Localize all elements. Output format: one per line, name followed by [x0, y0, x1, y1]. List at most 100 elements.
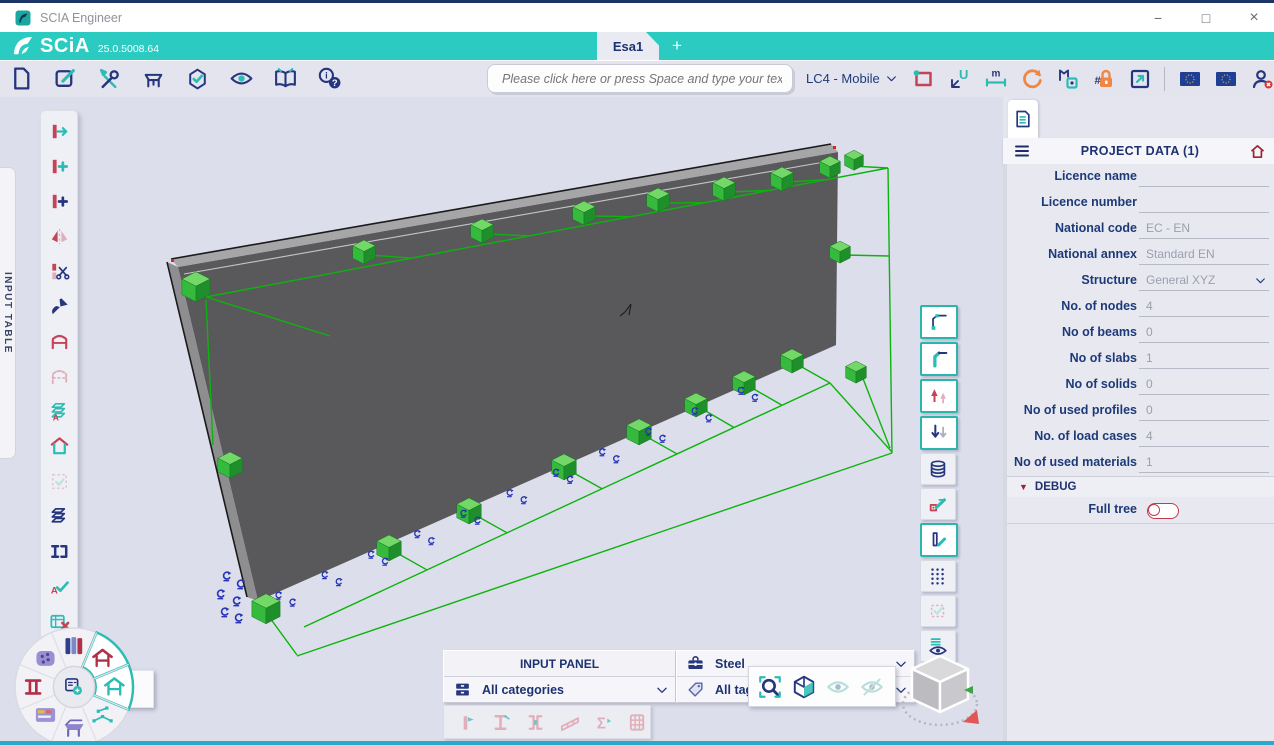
check-input-button[interactable]: A [46, 573, 73, 600]
column-button[interactable] [454, 709, 480, 736]
grid-points-button[interactable] [920, 560, 956, 592]
load-symbol [507, 489, 513, 497]
structural-model-3d[interactable] [0, 96, 1003, 745]
field-value[interactable]: EC - EN [1139, 218, 1269, 239]
section-insert-button[interactable] [46, 538, 73, 565]
structure-model-button[interactable] [140, 65, 167, 92]
field-value[interactable]: 0 [1139, 400, 1269, 421]
field-value[interactable]: 1 [1139, 452, 1269, 473]
new-tab-button[interactable]: + [672, 32, 682, 60]
workstation-wheel[interactable] [8, 626, 142, 745]
field-value[interactable]: 0 [1139, 322, 1269, 343]
cross-section-button[interactable] [522, 709, 548, 736]
close-button[interactable]: × [1244, 9, 1264, 27]
edit-project-button[interactable] [52, 65, 79, 92]
ucs-axes-button[interactable]: U [946, 65, 973, 92]
view-3d-button[interactable] [789, 673, 819, 700]
show-supports-button[interactable] [920, 379, 958, 413]
field-value[interactable]: 0 [1139, 374, 1269, 395]
lock-numbering-button[interactable]: # [1090, 65, 1117, 92]
field-value[interactable]: General XYZ [1139, 270, 1269, 291]
selection-disabled-button[interactable] [46, 468, 73, 495]
full-tree-toggle[interactable] [1147, 503, 1179, 519]
minimize-button[interactable]: − [1148, 10, 1168, 26]
render-wireframe-button[interactable] [920, 305, 958, 339]
fullscreen-button[interactable] [1126, 65, 1153, 92]
show-loads-button[interactable] [920, 416, 958, 450]
document-tab[interactable]: Esa1 [597, 32, 659, 60]
render-solid-button[interactable] [920, 342, 958, 376]
snap-settings-button[interactable] [1054, 65, 1081, 92]
frame-teal-icon [48, 435, 71, 458]
show-elements-button[interactable] [857, 673, 887, 700]
cladding-button[interactable] [556, 709, 582, 736]
paintbrush-button[interactable] [46, 293, 73, 320]
tools-button[interactable] [96, 65, 123, 92]
help-icon: i? [317, 66, 342, 91]
user-offline-button[interactable] [1248, 65, 1274, 92]
layers-annotation-button[interactable]: A [46, 398, 73, 425]
debug-section-header[interactable]: ▼ DEBUG [1007, 476, 1274, 497]
hide-elements-button[interactable] [823, 673, 853, 700]
svg-text:A: A [50, 586, 57, 597]
project-document-icon [1013, 109, 1033, 129]
check-structure-button[interactable] [184, 65, 211, 92]
home-icon[interactable] [1249, 143, 1266, 160]
refresh-button[interactable] [1018, 65, 1045, 92]
search-input[interactable] [500, 71, 784, 87]
model-viewport[interactable] [0, 96, 1003, 745]
support-node[interactable] [845, 150, 864, 170]
zoom-selection-button[interactable] [755, 673, 785, 700]
command-search[interactable] [487, 64, 793, 93]
field-value[interactable]: 4 [1139, 296, 1269, 317]
mirror-button[interactable] [46, 223, 73, 250]
check-input-icon: A [48, 575, 71, 598]
node-support-button[interactable] [920, 488, 956, 520]
ws-tables-icon[interactable] [36, 708, 55, 722]
move-node-button[interactable] [46, 118, 73, 145]
add-beam-button[interactable] [46, 188, 73, 215]
arch-frame-disabled-button[interactable] [46, 363, 73, 390]
view-cube[interactable] [893, 644, 987, 742]
load-case-selector[interactable]: LC4 - Mobile [806, 61, 898, 95]
field-value[interactable] [1139, 166, 1269, 187]
eu-flag-button[interactable] [1176, 65, 1203, 92]
measure-button[interactable]: m [982, 65, 1009, 92]
category-dropdown[interactable]: All categories [444, 677, 675, 702]
new-member-button[interactable] [920, 523, 958, 557]
selection-tool-button[interactable] [920, 595, 956, 627]
field-value[interactable]: Standard EN [1139, 244, 1269, 265]
field-row: No. of nodes4 [1007, 294, 1274, 320]
field-value[interactable]: 1 [1139, 348, 1269, 369]
cut-button[interactable] [46, 258, 73, 285]
new-document-button[interactable] [8, 65, 35, 92]
project-data-tab[interactable] [1008, 100, 1038, 138]
view-icon [229, 66, 254, 91]
rotate-arrow-icon[interactable] [963, 710, 979, 724]
ws-sections-icon[interactable] [65, 637, 82, 654]
help-button[interactable]: i? [316, 65, 343, 92]
ws-materials-icon[interactable] [36, 651, 54, 666]
hamburger-menu-icon[interactable] [1013, 142, 1031, 160]
view-button[interactable] [228, 65, 255, 92]
library-button[interactable] [272, 65, 299, 92]
sum-profiles-button[interactable]: Σ [590, 709, 616, 736]
database-button[interactable] [920, 453, 956, 485]
multi-profiles-button[interactable] [624, 709, 650, 736]
multi-profiles-icon [626, 711, 649, 734]
panel-title: PROJECT DATA (1) [1031, 144, 1249, 158]
chevron-down-icon[interactable] [1254, 274, 1267, 287]
beam-i-button[interactable] [488, 709, 514, 736]
library-icon [273, 66, 298, 91]
field-value[interactable]: 4 [1139, 426, 1269, 447]
arch-frame-button[interactable] [46, 328, 73, 355]
wheel-center-button[interactable] [53, 666, 94, 707]
layers-button[interactable] [46, 503, 73, 530]
add-node-button[interactable] [46, 153, 73, 180]
frame-teal-button[interactable] [46, 433, 73, 460]
field-value[interactable] [1139, 192, 1269, 213]
eu-flag-2-button[interactable] [1212, 65, 1239, 92]
input-table-tab[interactable]: INPUT TABLE [0, 167, 16, 459]
maximize-button[interactable]: □ [1196, 10, 1216, 26]
selection-rect-button[interactable] [910, 65, 937, 92]
